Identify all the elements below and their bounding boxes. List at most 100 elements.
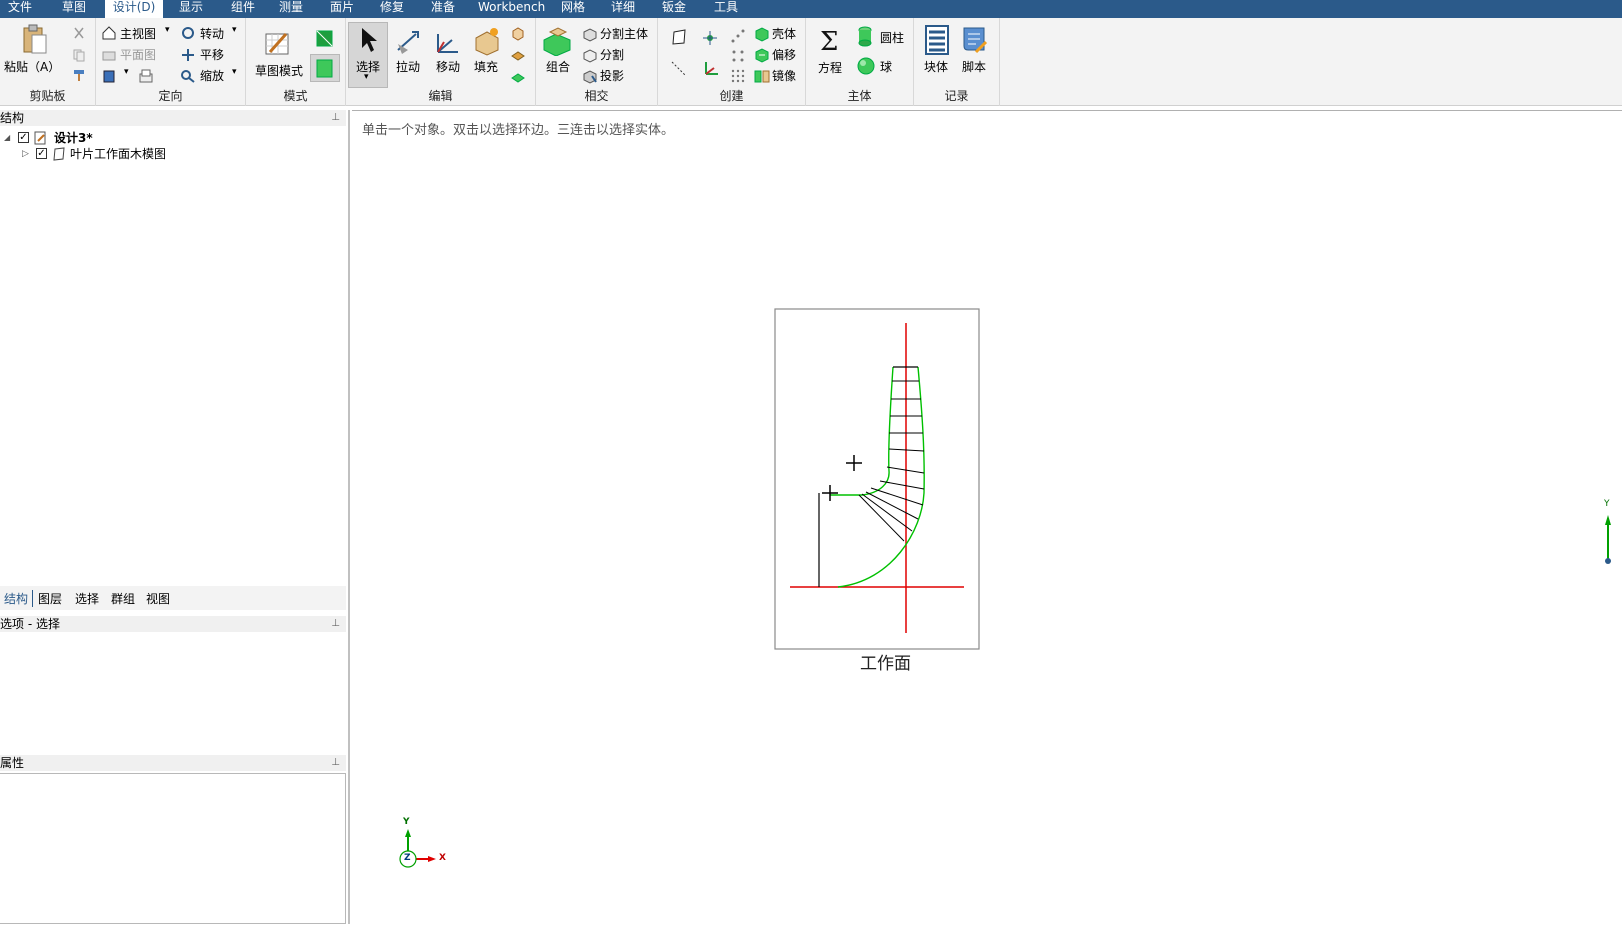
group-body: Σ 方程 圆柱 球 主体 bbox=[806, 18, 914, 106]
sketch-mode-icon bbox=[265, 33, 289, 55]
edit-tool-icon[interactable] bbox=[510, 68, 526, 84]
tree-node-blade[interactable]: ▷ ✓ 叶片工作面木模图 bbox=[22, 146, 322, 162]
rotate-icon bbox=[182, 27, 194, 39]
mirror-icon bbox=[754, 70, 770, 83]
edit-tool-icon[interactable] bbox=[510, 48, 526, 64]
group-label-intersect: 相交 bbox=[584, 89, 609, 103]
select-arrow-icon bbox=[362, 28, 377, 52]
split-body-button[interactable]: 分割主体 bbox=[600, 25, 648, 42]
split-body-icon bbox=[583, 28, 597, 42]
group-clipboard: 粘贴（A） 剪贴板 bbox=[0, 18, 96, 106]
home-view-button[interactable]: 主视图 bbox=[120, 25, 156, 42]
menu-tab[interactable]: 面片 bbox=[327, 0, 357, 18]
layer-view-icon[interactable] bbox=[138, 68, 154, 84]
menu-tab[interactable]: 详细 bbox=[608, 0, 638, 18]
menu-tab[interactable]: 钣金 bbox=[659, 0, 689, 18]
plane-icon bbox=[53, 147, 65, 161]
menu-tab[interactable]: 设计(D) bbox=[105, 0, 163, 18]
menu-tab[interactable]: 准备 bbox=[428, 0, 458, 18]
menu-tab[interactable]: 修复 bbox=[377, 0, 407, 18]
zoom-icon bbox=[181, 70, 195, 83]
shell-button[interactable]: 壳体 bbox=[772, 25, 796, 42]
3d-viewport[interactable]: 单击一个对象。双击以选择环边。三连击以选择实体。 工作面 Y X Z Y bbox=[352, 110, 1622, 924]
project-button[interactable]: 投影 bbox=[600, 67, 624, 84]
edit-tool-icon[interactable] bbox=[510, 26, 526, 42]
script-icon bbox=[963, 27, 988, 54]
crosshair-marker bbox=[846, 455, 862, 471]
paste-icon[interactable] bbox=[20, 24, 50, 56]
equation-button[interactable]: 方程 bbox=[818, 59, 842, 76]
panel-tab[interactable]: 视图 bbox=[146, 590, 170, 607]
menu-tab[interactable]: 文件 bbox=[8, 0, 32, 18]
block-button[interactable]: 块体 bbox=[924, 58, 948, 75]
sigma-icon: Σ bbox=[820, 27, 838, 56]
3d-mode-icon[interactable] bbox=[314, 56, 336, 80]
combine-button[interactable]: 组合 bbox=[546, 58, 570, 75]
format-painter-icon[interactable] bbox=[72, 68, 86, 82]
chevron-down-icon[interactable]: ▾ bbox=[364, 72, 369, 82]
pull-button[interactable]: 拉动 bbox=[396, 58, 420, 75]
offset-button[interactable]: 偏移 bbox=[772, 46, 796, 63]
menu-tab[interactable]: 测量 bbox=[276, 0, 306, 18]
panel-tab[interactable]: 群组 bbox=[111, 590, 135, 607]
rotate-button[interactable]: 转动 bbox=[200, 25, 224, 42]
mirror-button[interactable]: 镜像 bbox=[772, 67, 796, 84]
plane-icon[interactable] bbox=[670, 28, 688, 46]
sketch-mode-button[interactable]: 草图模式 bbox=[255, 62, 303, 79]
right-axis-indicator bbox=[1605, 515, 1611, 564]
points-icon[interactable] bbox=[730, 28, 746, 44]
collapse-triangle-icon[interactable]: ▷ bbox=[22, 146, 29, 162]
grid-pattern-icon[interactable] bbox=[730, 68, 746, 84]
section-mode-icon[interactable] bbox=[314, 28, 336, 50]
move-button[interactable]: 移动 bbox=[436, 58, 460, 75]
panel-splitter[interactable] bbox=[348, 110, 350, 924]
design-canvas[interactable] bbox=[352, 111, 1622, 925]
view-cube-icon[interactable] bbox=[102, 69, 116, 83]
chevron-down-icon[interactable]: ▾ bbox=[232, 67, 237, 77]
plane-label: 工作面 bbox=[860, 654, 911, 674]
menu-tab[interactable]: 显示 bbox=[176, 0, 206, 18]
paste-button[interactable]: 粘贴（A） bbox=[4, 58, 60, 75]
menu-tab[interactable]: Workbench bbox=[478, 0, 545, 18]
cylinder-button[interactable]: 圆柱 bbox=[880, 29, 904, 46]
properties-grid[interactable] bbox=[0, 773, 346, 924]
fill-button[interactable]: 填充 bbox=[474, 58, 498, 75]
fill-icon bbox=[475, 28, 499, 56]
pattern-icon[interactable] bbox=[730, 48, 746, 64]
menu-tab[interactable]: 草图 bbox=[60, 0, 88, 18]
plan-view-button[interactable]: 平面图 bbox=[120, 46, 156, 63]
menu-tab[interactable]: 组件 bbox=[228, 0, 258, 18]
pin-icon[interactable]: ⊥ bbox=[331, 110, 340, 126]
visibility-checkbox[interactable]: ✓ bbox=[36, 148, 47, 159]
chevron-down-icon[interactable]: ▾ bbox=[232, 25, 237, 35]
panel-tab[interactable]: 图层 bbox=[38, 590, 62, 607]
chevron-down-icon[interactable]: ▾ bbox=[124, 67, 129, 77]
expand-triangle-icon[interactable]: ◢ bbox=[4, 130, 10, 146]
menu-tab[interactable]: 工具 bbox=[711, 0, 741, 18]
panel-tab[interactable]: 选择 bbox=[75, 590, 99, 607]
cut-icon[interactable] bbox=[72, 26, 86, 40]
menu-tab[interactable]: 网格 bbox=[558, 0, 588, 18]
group-label-body: 主体 bbox=[847, 89, 872, 103]
line-icon[interactable] bbox=[670, 60, 688, 78]
copy-icon[interactable] bbox=[72, 48, 86, 62]
panel-tab[interactable]: 结构 bbox=[4, 590, 34, 607]
zoom-button[interactable]: 缩放 bbox=[200, 67, 224, 84]
visibility-checkbox[interactable]: ✓ bbox=[18, 132, 29, 143]
split-button[interactable]: 分割 bbox=[600, 46, 624, 63]
chevron-down-icon[interactable]: ▾ bbox=[165, 25, 170, 35]
sphere-button[interactable]: 球 bbox=[880, 58, 892, 75]
properties-panel-title: 属性 bbox=[0, 756, 25, 770]
group-intersect: 组合 分割主体 分割 投影 相交 bbox=[536, 18, 658, 106]
blade-section-lines bbox=[858, 380, 925, 542]
point-icon[interactable] bbox=[702, 30, 718, 46]
sketch-plane-frame bbox=[774, 308, 980, 650]
right-axis-label: Y bbox=[1604, 499, 1610, 509]
pin-icon[interactable]: ⊥ bbox=[331, 616, 340, 632]
axis-icon[interactable] bbox=[702, 60, 720, 78]
tree-node-design[interactable]: ◢ ✓ 设计3* bbox=[4, 130, 304, 146]
pin-icon[interactable]: ⊥ bbox=[331, 755, 340, 771]
ribbon: 粘贴（A） 剪贴板 主视图 ▾ 平面图 ▾ 转动 ▾ 平移 缩放 ▾ 定向 草图… bbox=[0, 18, 1622, 106]
script-button[interactable]: 脚本 bbox=[962, 58, 986, 75]
pan-button[interactable]: 平移 bbox=[200, 46, 224, 63]
